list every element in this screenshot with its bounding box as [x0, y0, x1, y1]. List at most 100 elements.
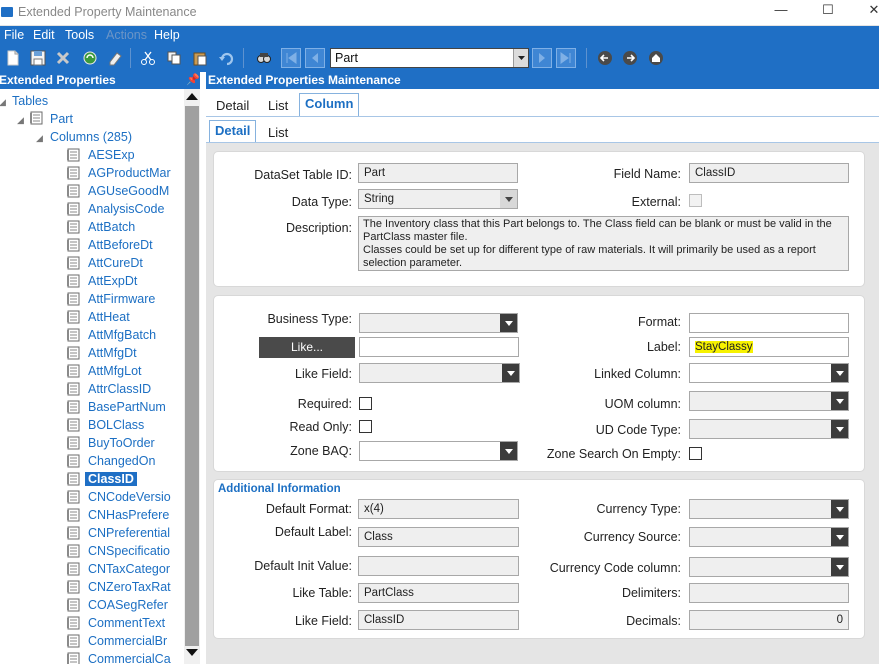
tree-node-column[interactable]: AttrClassID — [88, 382, 151, 396]
table-selector-combo[interactable]: Part — [330, 48, 529, 68]
currency-source-dropdown[interactable] — [689, 527, 849, 547]
read-only-checkbox[interactable] — [359, 420, 372, 433]
tree-node-column[interactable]: AttExpDt — [88, 274, 137, 288]
collapse-icon[interactable]: ◢ — [17, 115, 24, 126]
tree-node-column[interactable]: COASegRefer — [88, 598, 168, 612]
back-icon[interactable] — [597, 50, 613, 66]
zone-search-checkbox[interactable] — [689, 447, 702, 460]
tree-node-column[interactable]: AttBatch — [88, 220, 135, 234]
chevron-down-icon[interactable] — [513, 49, 528, 67]
tree-node-column[interactable]: CommentText — [88, 616, 165, 630]
menu-edit[interactable]: Edit — [33, 28, 55, 42]
tree-node-column[interactable]: CommercialBr — [88, 634, 167, 648]
tree-node-column[interactable]: AttMfgLot — [88, 364, 142, 378]
chevron-down-icon[interactable] — [831, 364, 848, 382]
tab-list[interactable]: List — [268, 98, 288, 113]
tree-node-column[interactable]: ChangedOn — [88, 454, 155, 468]
subtab-detail[interactable]: Detail — [209, 120, 257, 143]
minimize-button[interactable]: — — [758, 0, 804, 22]
tree-node-tables[interactable]: Tables — [12, 94, 48, 108]
chevron-down-icon[interactable] — [831, 558, 848, 576]
menu-help[interactable]: Help — [154, 28, 180, 42]
ud-code-type-dropdown[interactable] — [689, 419, 849, 439]
tree-node-column[interactable]: CNPreferential — [88, 526, 170, 540]
scroll-up-icon[interactable] — [186, 93, 198, 100]
collapse-icon[interactable]: ◢ — [0, 97, 6, 108]
format-input[interactable] — [689, 313, 849, 333]
search-icon[interactable] — [256, 50, 272, 66]
business-type-dropdown[interactable] — [359, 313, 518, 333]
left-panel-header: Extended Properties — [0, 72, 200, 89]
home-icon[interactable] — [648, 50, 664, 66]
cut-icon[interactable] — [140, 50, 156, 66]
tree-node-column[interactable]: AnalysisCode — [88, 202, 164, 216]
chevron-down-icon[interactable] — [502, 364, 519, 382]
chevron-down-icon[interactable] — [831, 420, 848, 438]
tree-node-column[interactable]: AttHeat — [88, 310, 130, 324]
chevron-down-icon[interactable] — [500, 442, 517, 460]
refresh-icon[interactable] — [82, 50, 98, 66]
tab-column[interactable]: Column — [299, 93, 360, 117]
tree-node-part[interactable]: Part — [50, 112, 73, 126]
tree-node-column[interactable]: CNSpecificatio — [88, 544, 170, 558]
next-record-button[interactable] — [532, 48, 552, 68]
new-icon[interactable] — [5, 50, 21, 66]
scroll-down-icon[interactable] — [186, 649, 198, 656]
paste-icon[interactable] — [192, 50, 208, 66]
previous-record-button[interactable] — [305, 48, 325, 68]
zone-baq-dropdown[interactable] — [359, 441, 518, 461]
tree-node-column[interactable]: AESExp — [88, 148, 135, 162]
first-record-button[interactable] — [281, 48, 301, 68]
column-icon — [67, 634, 80, 648]
menu-tools[interactable]: Tools — [65, 28, 94, 42]
scrollbar-thumb[interactable] — [185, 106, 199, 646]
tree-node-column[interactable]: AttFirmware — [88, 292, 155, 306]
required-checkbox[interactable] — [359, 397, 372, 410]
tree-node-column[interactable]: AttBeforeDt — [88, 238, 153, 252]
property-tree[interactable]: ◢ Tables ◢ Part ◢ Columns (285) AESExp AGProduc… — [0, 89, 184, 664]
currency-type-dropdown[interactable] — [689, 499, 849, 519]
tree-node-column[interactable]: ClassID — [85, 472, 137, 486]
like-field-dropdown[interactable] — [359, 363, 520, 383]
tree-node-column[interactable]: BOLClass — [88, 418, 144, 432]
copy-icon[interactable] — [166, 50, 182, 66]
delete-icon[interactable] — [55, 50, 71, 66]
delimiters-label: Delimiters: — [621, 586, 681, 600]
tree-node-column[interactable]: CNCodeVersio — [88, 490, 171, 504]
like-button[interactable]: Like... — [259, 337, 355, 358]
chevron-down-icon[interactable] — [831, 392, 848, 410]
tree-node-column[interactable]: AttCureDt — [88, 256, 143, 270]
tree-node-column[interactable]: CNZeroTaxRat — [88, 580, 171, 594]
label-input[interactable]: StayClassy — [689, 337, 849, 357]
clear-icon[interactable] — [107, 50, 123, 66]
tree-node-column[interactable]: BasePartNum — [88, 400, 166, 414]
tree-node-column[interactable]: CommercialCa — [88, 652, 171, 664]
forward-icon[interactable] — [622, 50, 638, 66]
tree-node-column[interactable]: AGProductMar — [88, 166, 171, 180]
tree-node-column[interactable]: AttMfgDt — [88, 346, 137, 360]
collapse-icon[interactable]: ◢ — [36, 133, 43, 144]
chevron-down-icon[interactable] — [831, 528, 848, 546]
uom-column-dropdown[interactable] — [689, 391, 849, 411]
pin-icon[interactable]: 📌 — [186, 73, 200, 86]
linked-column-dropdown[interactable] — [689, 363, 849, 383]
menu-file[interactable]: File — [4, 28, 24, 42]
tree-scrollbar[interactable] — [184, 89, 200, 664]
tree-node-column[interactable]: AttMfgBatch — [88, 328, 156, 342]
tree-node-column[interactable]: AGUseGoodM — [88, 184, 169, 198]
chevron-down-icon[interactable] — [500, 314, 517, 332]
maximize-button[interactable]: ☐ — [805, 0, 851, 22]
like-input[interactable] — [359, 337, 519, 357]
tab-detail[interactable]: Detail — [216, 98, 249, 113]
tree-node-column[interactable]: BuyToOrder — [88, 436, 155, 450]
currency-code-dropdown[interactable] — [689, 557, 849, 577]
chevron-down-icon[interactable] — [831, 500, 848, 518]
tree-node-column[interactable]: CNHasPrefere — [88, 508, 169, 522]
close-button[interactable]: ✕ — [851, 0, 879, 22]
subtab-list[interactable]: List — [268, 125, 288, 140]
tree-node-column[interactable]: CNTaxCategor — [88, 562, 170, 576]
save-icon[interactable] — [30, 50, 46, 66]
undo-icon[interactable] — [218, 50, 234, 66]
tree-node-columns[interactable]: Columns (285) — [50, 130, 132, 144]
last-record-button[interactable] — [556, 48, 576, 68]
